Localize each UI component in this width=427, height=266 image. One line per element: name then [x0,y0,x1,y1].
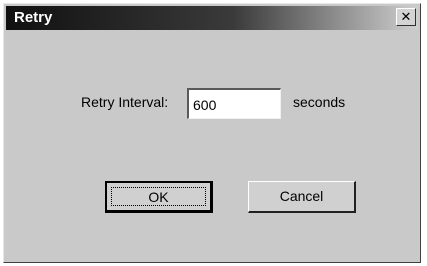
ok-button-label: OK [148,189,169,205]
dialog-title: Retry [14,9,53,26]
retry-interval-label: Retry Interval: [81,94,169,110]
ok-button[interactable]: OK [105,181,213,213]
ok-focus-rect: OK [111,187,206,206]
retry-interval-input[interactable] [187,88,281,119]
title-bar[interactable]: Retry ✕ [6,6,418,30]
close-icon: ✕ [400,9,412,24]
cancel-button[interactable]: Cancel [248,181,356,213]
seconds-unit-label: seconds [293,94,346,110]
retry-dialog: Retry ✕ Retry Interval: seconds OK Cance… [3,3,421,263]
close-button[interactable]: ✕ [396,8,416,26]
cancel-button-label: Cancel [279,188,324,204]
